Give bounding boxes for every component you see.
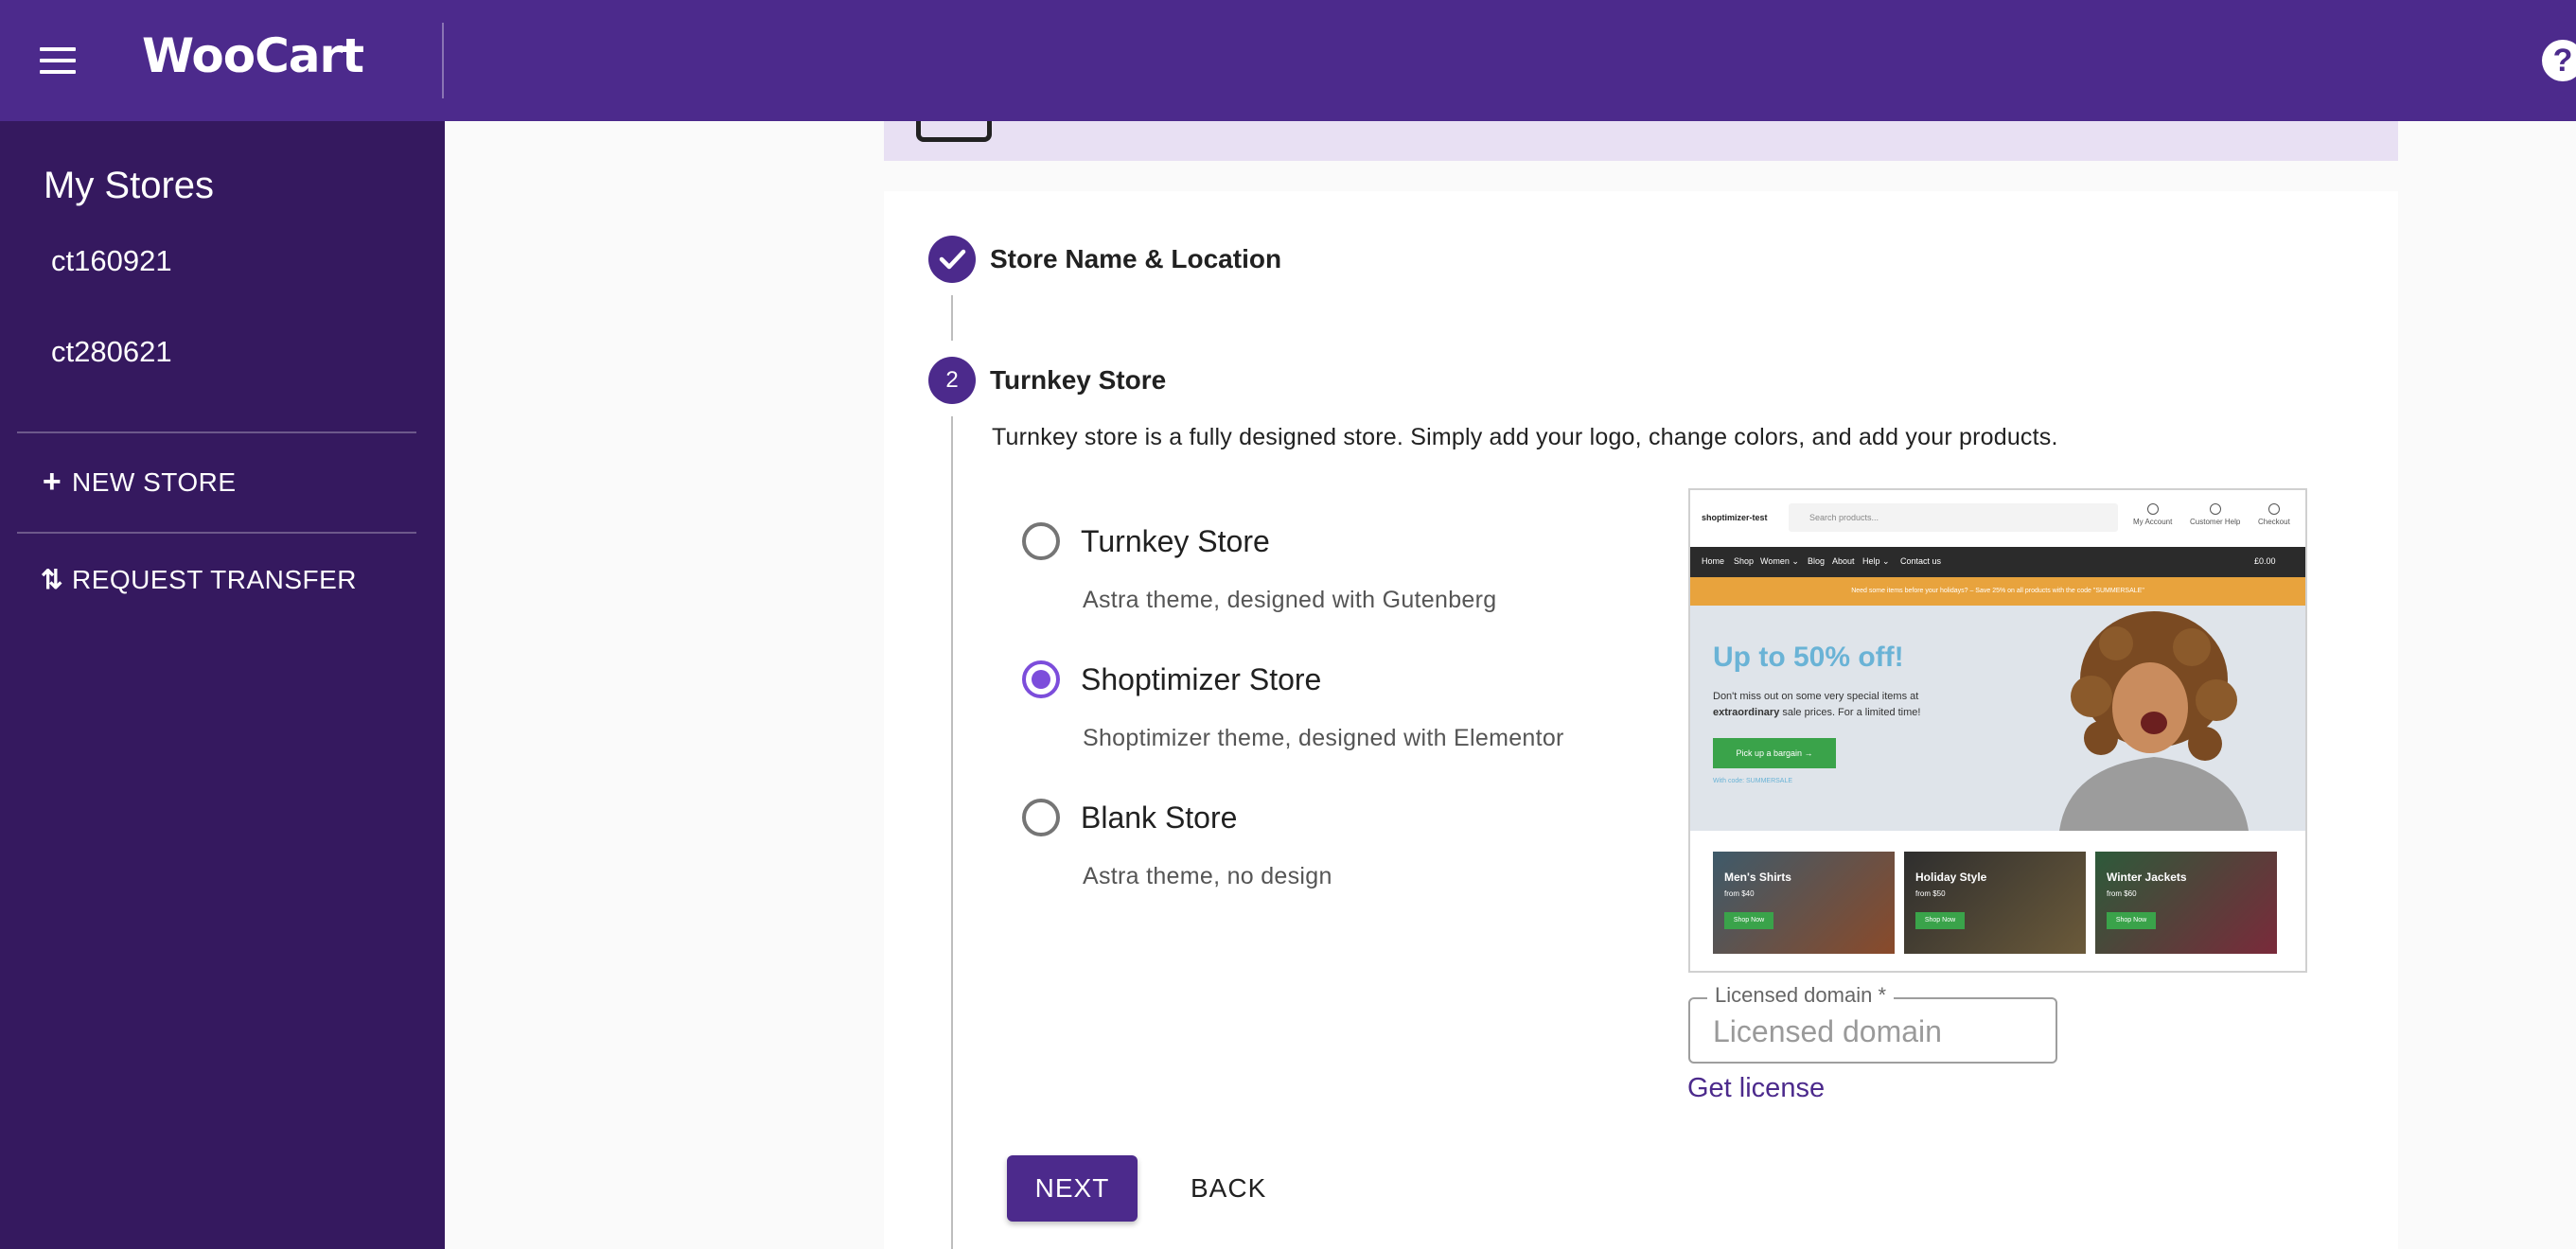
woocart-logo[interactable]: WooCart bbox=[142, 28, 364, 83]
new-store-label: NEW STORE bbox=[72, 466, 237, 497]
shoptimizer-store-radio[interactable]: Shoptimizer Store bbox=[1022, 660, 1321, 698]
preview-search: Search products... bbox=[1789, 503, 2118, 532]
sidebar-divider bbox=[17, 431, 416, 433]
preview-hero: Up to 50% off! Don't miss out on some ve… bbox=[1690, 606, 2305, 831]
radio-button-unchecked[interactable] bbox=[1022, 799, 1060, 836]
preview-help-icon: Customer Help bbox=[2190, 503, 2240, 526]
preview-hero-code: With code: SUMMERSALE bbox=[1713, 778, 1793, 784]
preview-checkout-icon: Checkout bbox=[2258, 503, 2290, 526]
preview-header: shoptimizer-test Search products... My A… bbox=[1690, 490, 2305, 547]
request-transfer-button[interactable]: ⇅ REQUEST TRANSFER bbox=[38, 564, 357, 595]
preview-brand: shoptimizer-test bbox=[1702, 513, 1768, 522]
preview-nav: Home Shop Women ⌄ Blog About Help ⌄ Cont… bbox=[1690, 547, 2305, 577]
preview-promo-bar: Need some items before your holidays? – … bbox=[1690, 577, 2305, 606]
store-preview-image: shoptimizer-test Search products... My A… bbox=[1688, 488, 2307, 973]
preview-hero-text: Don't miss out on some very special item… bbox=[1713, 691, 1921, 718]
sidebar-title: My Stores bbox=[44, 165, 215, 206]
swap-vertical-icon: ⇅ bbox=[41, 565, 63, 594]
request-transfer-label: REQUEST TRANSFER bbox=[72, 564, 358, 594]
radio-button-checked[interactable] bbox=[1022, 660, 1060, 698]
preview-category-tiles: Men's Shirts from $40 Shop Now Holiday Sty… bbox=[1713, 852, 2285, 954]
blank-store-radio[interactable]: Blank Store bbox=[1022, 799, 1237, 836]
step-content-line bbox=[951, 416, 953, 1249]
licensed-domain-input[interactable] bbox=[1713, 1014, 2035, 1049]
sidebar-store-item[interactable]: ct280621 bbox=[51, 335, 172, 369]
sidebar: My Stores ct160921 ct280621 + NEW STORE … bbox=[0, 121, 445, 1249]
next-button[interactable]: NEXT bbox=[1007, 1155, 1138, 1222]
plus-icon: + bbox=[42, 464, 62, 500]
back-button[interactable]: BACK bbox=[1191, 1155, 1266, 1222]
get-license-link[interactable]: Get license bbox=[1687, 1073, 1825, 1104]
new-store-button[interactable]: + NEW STORE bbox=[38, 464, 237, 501]
preview-tile: Holiday Style from $50 Shop Now bbox=[1904, 852, 2086, 954]
header-divider bbox=[442, 23, 444, 98]
sidebar-store-item[interactable]: ct160921 bbox=[51, 244, 172, 278]
step-1-label[interactable]: Store Name & Location bbox=[990, 244, 1281, 274]
preview-model-photo bbox=[2031, 606, 2277, 831]
preview-hero-button: Pick up a bargain → bbox=[1713, 738, 1836, 768]
preview-tile: Men's Shirts from $40 Shop Now bbox=[1713, 852, 1895, 954]
check-icon bbox=[928, 236, 976, 283]
hamburger-menu-icon[interactable] bbox=[38, 42, 79, 79]
preview-hero-title: Up to 50% off! bbox=[1713, 642, 1904, 673]
radio-label: Blank Store bbox=[1081, 800, 1238, 835]
radio-button-unchecked[interactable] bbox=[1022, 522, 1060, 560]
help-icon[interactable]: ? bbox=[2542, 40, 2576, 81]
step-2-number: 2 bbox=[928, 357, 976, 404]
sidebar-divider bbox=[17, 532, 416, 534]
radio-description: Astra theme, designed with Gutenberg bbox=[1083, 587, 1497, 613]
preview-account-icon: My Account bbox=[2133, 503, 2172, 526]
turnkey-description: Turnkey store is a fully designed store.… bbox=[992, 424, 2058, 450]
top-app-bar: WooCart ? bbox=[0, 0, 2576, 121]
radio-label: Shoptimizer Store bbox=[1081, 661, 1322, 696]
preview-tile: Winter Jackets from $60 Shop Now bbox=[2095, 852, 2277, 954]
turnkey-store-radio[interactable]: Turnkey Store bbox=[1022, 522, 1270, 560]
step-2-label[interactable]: Turnkey Store bbox=[990, 365, 1166, 396]
info-banner bbox=[884, 114, 2398, 161]
radio-label: Turnkey Store bbox=[1081, 523, 1270, 558]
step-connector bbox=[951, 295, 953, 341]
radio-description: Shoptimizer theme, designed with Element… bbox=[1083, 725, 1564, 751]
radio-description: Astra theme, no design bbox=[1083, 863, 1332, 889]
licensed-domain-label: Licensed domain * bbox=[1707, 983, 1895, 1008]
